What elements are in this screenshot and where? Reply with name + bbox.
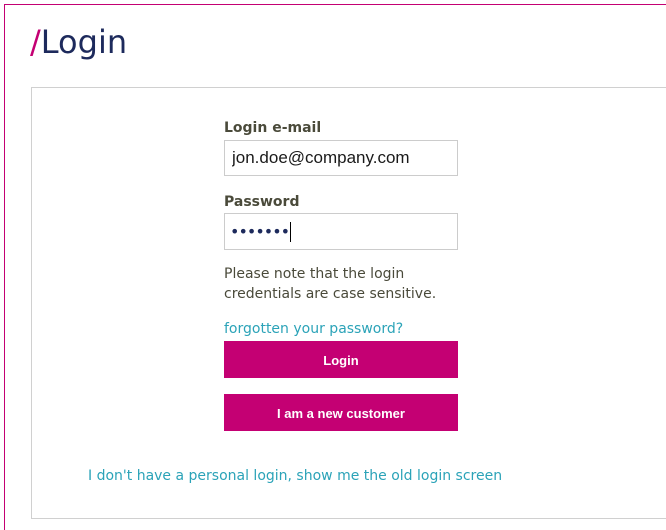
text-caret xyxy=(290,221,292,242)
login-button[interactable]: Login xyxy=(224,341,458,378)
password-mask: ••••••• xyxy=(230,222,290,241)
email-label: Login e-mail xyxy=(224,120,322,136)
page-title: /Login xyxy=(30,20,127,64)
title-slash: / xyxy=(30,23,41,61)
new-customer-button[interactable]: I am a new customer xyxy=(224,394,458,431)
old-login-screen-link[interactable]: I don't have a personal login, show me t… xyxy=(88,468,502,484)
forgot-password-link[interactable]: forgotten your password? xyxy=(224,321,403,337)
title-text: Login xyxy=(40,23,128,61)
case-sensitive-note: Please note that the login credentials a… xyxy=(224,266,437,302)
email-field[interactable] xyxy=(224,140,458,176)
password-label: Password xyxy=(224,194,300,210)
password-field[interactable]: ••••••• xyxy=(224,213,458,250)
